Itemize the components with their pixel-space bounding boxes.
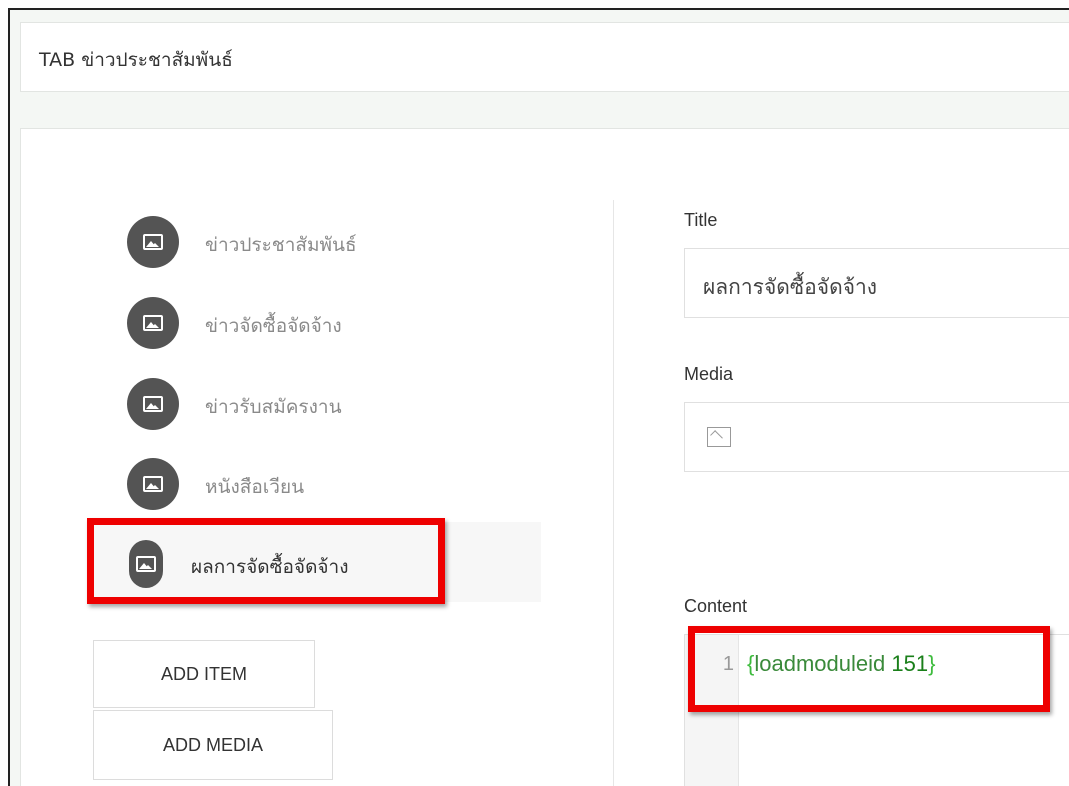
image-icon bbox=[136, 556, 156, 572]
image-icon bbox=[143, 396, 163, 412]
add-item-button[interactable]: ADD ITEM bbox=[93, 640, 315, 708]
image-icon-circle bbox=[129, 540, 163, 588]
add-media-button[interactable]: ADD MEDIA bbox=[93, 710, 333, 780]
tab-title: TAB ข่าวประชาสัมพันธ์ bbox=[39, 49, 233, 71]
list-item-label: ข่าวจัดซื้อจัดจ้าง bbox=[205, 315, 342, 337]
title-label: Title bbox=[684, 210, 718, 230]
image-icon bbox=[143, 315, 163, 331]
editor-gutter: 1 bbox=[685, 635, 739, 786]
image-icon-circle bbox=[127, 216, 179, 268]
code-close-brace: } bbox=[928, 651, 936, 676]
list-item[interactable]: ข่าวรับสมัครงาน bbox=[93, 364, 541, 444]
title-input[interactable]: ผลการจัดซื้อจัดจ้าง bbox=[684, 248, 1069, 318]
list-item-label: ข่าวประชาสัมพันธ์ bbox=[205, 234, 357, 256]
image-placeholder-icon bbox=[707, 427, 731, 447]
media-label: Media bbox=[684, 364, 734, 384]
list-item[interactable]: ข่าวประชาสัมพันธ์ bbox=[93, 202, 541, 282]
image-icon-circle bbox=[127, 297, 179, 349]
content-label: Content bbox=[684, 596, 748, 616]
code-line[interactable]: {loadmoduleid 151} bbox=[747, 651, 935, 677]
list-item-label: หนังสือเวียน bbox=[205, 476, 305, 498]
list-item-active[interactable]: ผลการจัดซื้อจัดจ้าง bbox=[93, 522, 541, 602]
list-item[interactable]: ข่าวจัดซื้อจัดจ้าง bbox=[93, 283, 541, 363]
code-value: 151 bbox=[891, 651, 929, 676]
title-input-value: ผลการจัดซื้อจัดจ้าง bbox=[703, 275, 878, 299]
image-icon-circle bbox=[127, 378, 179, 430]
panel-divider bbox=[613, 200, 614, 786]
code-keyword: loadmoduleid bbox=[754, 651, 886, 676]
line-number: 1 bbox=[722, 653, 734, 675]
list-item[interactable]: หนังสือเวียน bbox=[93, 444, 541, 524]
list-item-label: ข่าวรับสมัครงาน bbox=[205, 396, 342, 418]
list-item-label: ผลการจัดซื้อจัดจ้าง bbox=[191, 556, 349, 578]
image-icon bbox=[143, 476, 163, 492]
code-editor[interactable]: 1 {loadmoduleid 151} bbox=[684, 634, 1069, 786]
image-icon-circle bbox=[127, 458, 179, 510]
image-icon bbox=[143, 234, 163, 250]
tab-header[interactable]: TAB ข่าวประชาสัมพันธ์ bbox=[20, 22, 1069, 92]
media-field[interactable] bbox=[684, 402, 1069, 472]
